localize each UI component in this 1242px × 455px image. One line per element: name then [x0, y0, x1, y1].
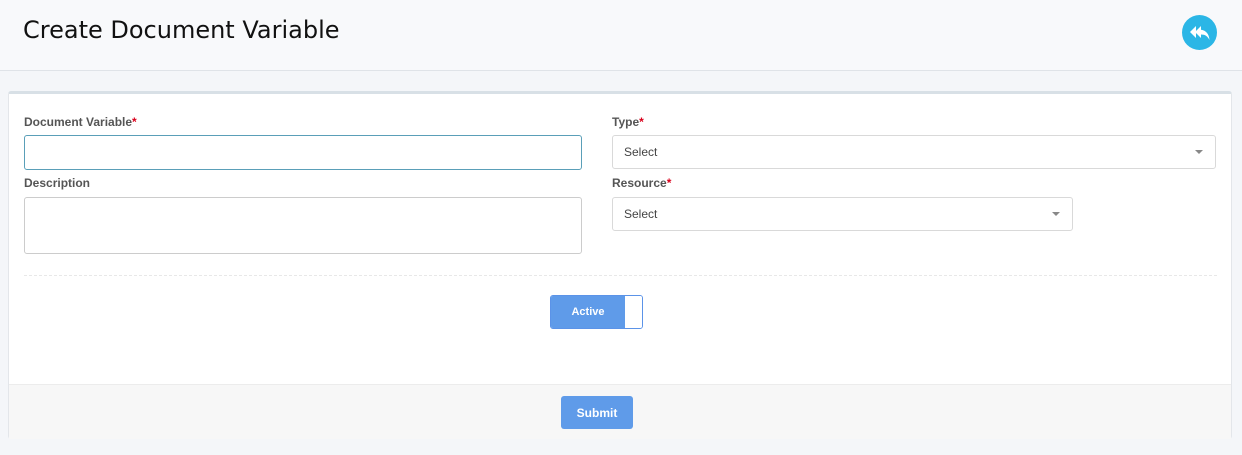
divider: [24, 275, 1217, 276]
type-select[interactable]: Select: [612, 135, 1216, 169]
document-variable-label: Document Variable*: [24, 115, 137, 129]
toggle-knob: [625, 296, 642, 328]
type-label: Type*: [612, 115, 644, 129]
resource-select-value: Select: [624, 207, 658, 221]
description-label: Description: [24, 176, 91, 190]
chevron-down-icon: [1195, 150, 1203, 154]
submit-button[interactable]: Submit: [561, 396, 633, 429]
back-button[interactable]: [1182, 15, 1217, 50]
active-toggle[interactable]: Active: [550, 295, 643, 329]
form-card: Document Variable* Type* Select Descript…: [8, 91, 1232, 439]
resource-label: Resource*: [612, 176, 672, 190]
resource-select[interactable]: Select: [612, 197, 1073, 231]
reply-all-icon: [1189, 25, 1209, 40]
card-footer: Submit: [9, 384, 1231, 439]
description-textarea[interactable]: [24, 197, 582, 254]
active-toggle-label: Active: [551, 296, 625, 328]
type-select-value: Select: [624, 145, 658, 159]
page-title: Create Document Variable: [23, 16, 340, 44]
document-variable-input[interactable]: [24, 135, 582, 170]
chevron-down-icon: [1052, 212, 1060, 216]
page-header: Create Document Variable: [0, 0, 1242, 71]
